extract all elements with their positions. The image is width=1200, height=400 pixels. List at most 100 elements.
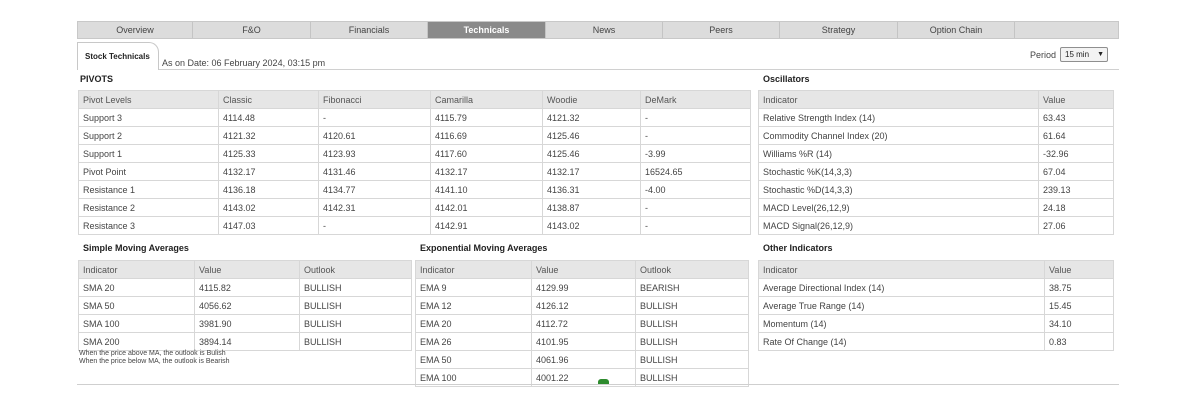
- indicator-name: Momentum (14): [758, 314, 1045, 333]
- tab-option-chain[interactable]: Option Chain: [898, 22, 1015, 38]
- table-cell: 4147.03: [218, 216, 319, 235]
- table-row: Resistance 3 4147.03 - 4142.91 4143.02 -: [78, 216, 751, 235]
- table-cell: -3.99: [640, 144, 751, 163]
- indicator-value: -32.96: [1038, 144, 1114, 163]
- indicator-name: Williams %R (14): [758, 144, 1039, 163]
- as-on-date: As on Date: 06 February 2024, 03:15 pm: [162, 58, 326, 68]
- oscillators-title: Oscillators: [763, 74, 810, 84]
- table-cell: 4123.93: [318, 144, 431, 163]
- note-line: When the price above MA, the outlook is …: [79, 350, 226, 357]
- table-cell: 4121.32: [542, 108, 641, 127]
- table-cell: -4.00: [640, 180, 751, 199]
- tab-bar-filler: [1015, 22, 1118, 38]
- indicator-value: 15.45: [1044, 296, 1114, 315]
- tab-technicals[interactable]: Technicals: [428, 22, 546, 38]
- oscillators-header-row: Indicator Value: [758, 90, 1114, 109]
- tab-strategy[interactable]: Strategy: [780, 22, 898, 38]
- column-header: Indicator: [78, 260, 195, 279]
- table-cell: 4117.60: [430, 144, 543, 163]
- table-row: Resistance 2 4143.02 4142.31 4142.01 413…: [78, 198, 751, 217]
- table-cell: 4141.10: [430, 180, 543, 199]
- outlook-bullish: BULLISH: [299, 296, 412, 315]
- column-header: Indicator: [758, 260, 1045, 279]
- indicator-value: 4101.95: [531, 332, 636, 351]
- table-row: Momentum (14) 34.10: [758, 314, 1114, 333]
- table-cell: 4138.87: [542, 198, 641, 217]
- table-cell: 4143.02: [218, 198, 319, 217]
- table-cell: 4143.02: [542, 216, 641, 235]
- pivot-level: Resistance 3: [78, 216, 219, 235]
- sma-header-row: Indicator Value Outlook: [78, 260, 412, 279]
- indicator-name: EMA 50: [415, 350, 532, 369]
- indicator-value: 3981.90: [194, 314, 300, 333]
- pivots-title: PIVOTS: [80, 74, 114, 84]
- indicator-value: 24.18: [1038, 198, 1114, 217]
- tab-overview[interactable]: Overview: [78, 22, 193, 38]
- table-row: Commodity Channel Index (20) 61.64: [758, 126, 1114, 145]
- stock-technicals-subtab[interactable]: Stock Technicals: [77, 42, 159, 70]
- main-tab-bar: Overview F&O Financials Technicals News …: [77, 21, 1119, 39]
- ma-outlook-note: When the price above MA, the outlook is …: [79, 350, 230, 366]
- column-header: Outlook: [299, 260, 412, 279]
- pivots-table: Pivot Levels Classic Fibonacci Camarilla…: [78, 90, 751, 235]
- indicator-name: EMA 20: [415, 314, 532, 333]
- table-row: Stochastic %K(14,3,3) 67.04: [758, 162, 1114, 181]
- ema-table: Indicator Value Outlook EMA 9 4129.99 BEAR…: [415, 260, 749, 387]
- table-row: Support 3 4114.48 - 4115.79 4121.32 -: [78, 108, 751, 127]
- indicator-value: 4061.96: [531, 350, 636, 369]
- period-select[interactable]: 15 min ▼: [1060, 47, 1109, 62]
- indicator-value: 4056.62: [194, 296, 300, 315]
- indicator-name: SMA 100: [78, 314, 195, 333]
- ema-header-row: Indicator Value Outlook: [415, 260, 749, 279]
- tab-news[interactable]: News: [546, 22, 663, 38]
- period-label: Period: [1030, 49, 1057, 60]
- outlook-bullish: BULLISH: [635, 350, 749, 369]
- table-row: Resistance 1 4136.18 4134.77 4141.10 413…: [78, 180, 751, 199]
- table-row: Average Directional Index (14) 38.75: [758, 278, 1114, 297]
- tab-financials[interactable]: Financials: [311, 22, 428, 38]
- column-header: Fibonacci: [318, 90, 431, 109]
- pivot-level: Resistance 2: [78, 198, 219, 217]
- table-cell: 4131.46: [318, 162, 431, 181]
- indicator-name: EMA 9: [415, 278, 532, 297]
- table-row: Relative Strength Index (14) 63.43: [758, 108, 1114, 127]
- indicator-value: 61.64: [1038, 126, 1114, 145]
- subheader-divider: [159, 69, 1119, 70]
- tab-fno[interactable]: F&O: [193, 22, 311, 38]
- indicator-name: Average True Range (14): [758, 296, 1045, 315]
- tab-peers[interactable]: Peers: [663, 22, 780, 38]
- table-cell: 4142.91: [430, 216, 543, 235]
- pivot-level: Support 1: [78, 144, 219, 163]
- table-cell: 4125.33: [218, 144, 319, 163]
- feedback-tab[interactable]: [598, 379, 609, 384]
- column-header: Value: [1038, 90, 1114, 109]
- table-row: EMA 50 4061.96 BULLISH: [415, 350, 749, 369]
- pivot-level: Support 2: [78, 126, 219, 145]
- period-selected-value: 15 min: [1065, 50, 1090, 59]
- table-cell: 4136.31: [542, 180, 641, 199]
- table-cell: 4125.46: [542, 144, 641, 163]
- column-header: Value: [531, 260, 636, 279]
- table-cell: -: [318, 108, 431, 127]
- table-row: SMA 50 4056.62 BULLISH: [78, 296, 412, 315]
- indicator-value: 239.13: [1038, 180, 1114, 199]
- table-cell: 16524.65: [640, 162, 751, 181]
- note-line: When the price below MA, the outlook is …: [79, 358, 230, 365]
- table-cell: 4134.77: [318, 180, 431, 199]
- table-cell: -: [640, 108, 751, 127]
- indicator-name: EMA 26: [415, 332, 532, 351]
- table-cell: 4125.46: [542, 126, 641, 145]
- table-row: MACD Signal(26,12,9) 27.06: [758, 216, 1114, 235]
- table-cell: -: [640, 216, 751, 235]
- outlook-bullish: BULLISH: [299, 278, 412, 297]
- indicator-value: 4126.12: [531, 296, 636, 315]
- column-header: Indicator: [758, 90, 1039, 109]
- sma-title: Simple Moving Averages: [83, 243, 189, 253]
- table-row: MACD Level(26,12,9) 24.18: [758, 198, 1114, 217]
- column-header: Indicator: [415, 260, 532, 279]
- indicator-value: 4115.82: [194, 278, 300, 297]
- column-header: Camarilla: [430, 90, 543, 109]
- pivots-header-row: Pivot Levels Classic Fibonacci Camarilla…: [78, 90, 751, 109]
- table-row: EMA 26 4101.95 BULLISH: [415, 332, 749, 351]
- oscillators-table: Indicator Value Relative Strength Index …: [758, 90, 1114, 235]
